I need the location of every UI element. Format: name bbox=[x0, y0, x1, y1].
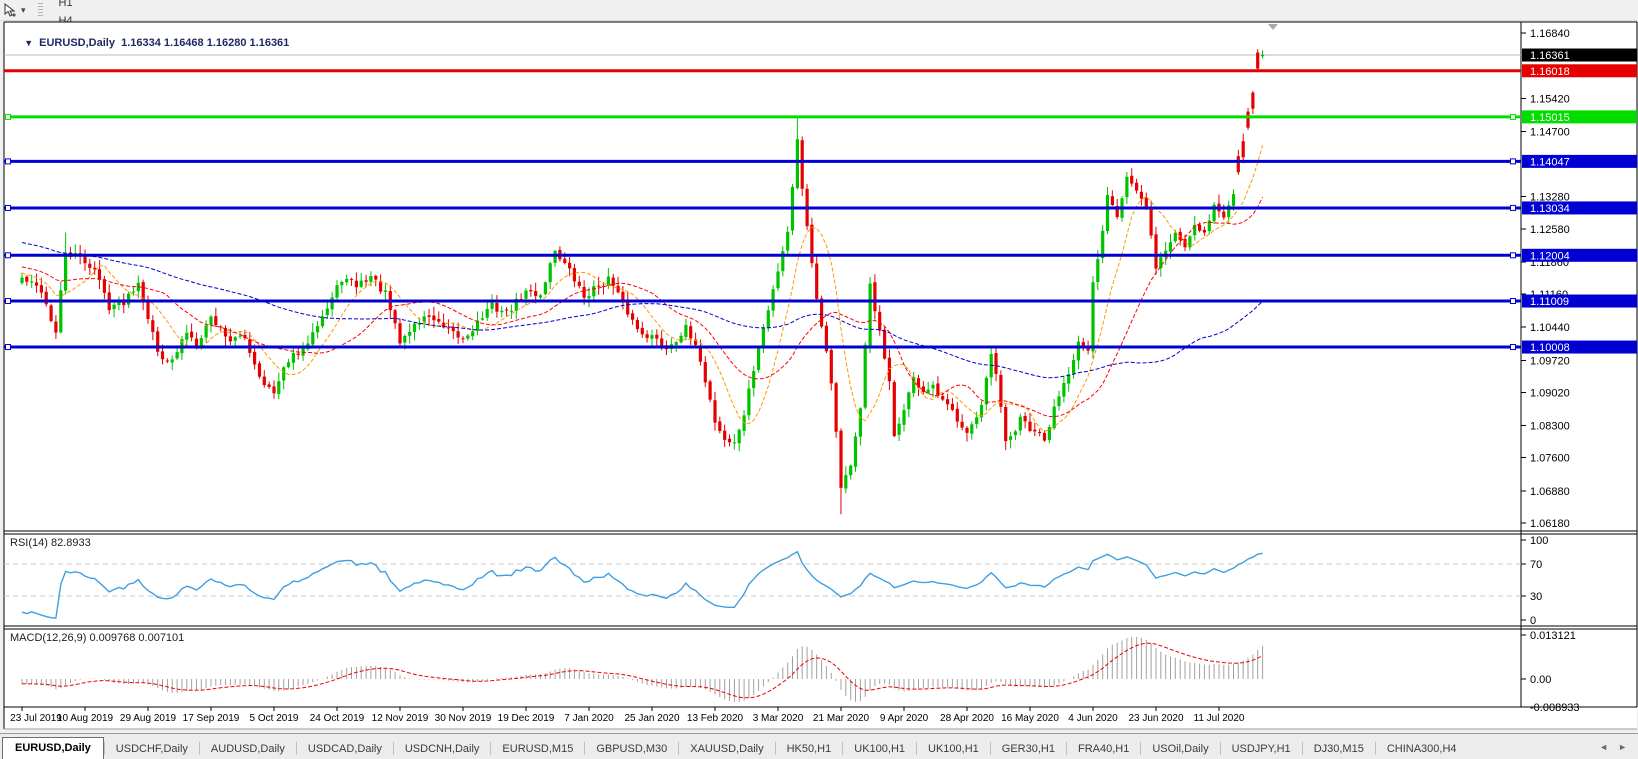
price-tick-label: 1.09720 bbox=[1530, 355, 1570, 367]
tab-scroll-left-icon[interactable]: ◄ bbox=[1594, 742, 1613, 752]
ohlc-values: 1.16334 1.16468 1.16280 1.16361 bbox=[121, 37, 289, 49]
macd-tick-label: 0.013121 bbox=[1530, 630, 1576, 642]
line-handle[interactable] bbox=[6, 299, 11, 304]
line-handle[interactable] bbox=[1511, 159, 1516, 164]
price-tick-label: 1.09020 bbox=[1530, 387, 1570, 399]
price-tick-label: 1.06880 bbox=[1530, 486, 1570, 498]
chart-tab-gbpusd-m30[interactable]: GBPUSD,M30 bbox=[585, 739, 678, 759]
chart-tab-china300-h4[interactable]: CHINA300,H4 bbox=[1376, 739, 1468, 759]
date-tick-label: 16 May 2020 bbox=[1001, 713, 1059, 724]
chart-tab-usdchf-daily[interactable]: USDCHF,Daily bbox=[105, 739, 199, 759]
chart-tab-usdcad-daily[interactable]: USDCAD,Daily bbox=[297, 739, 393, 759]
date-tick-label: 24 Oct 2019 bbox=[310, 713, 365, 724]
date-tick-label: 3 Mar 2020 bbox=[753, 713, 804, 724]
price-tick-label: 1.06180 bbox=[1530, 518, 1570, 530]
tabs-container: EURUSD,DailyUSDCHF,DailyAUDUSD,DailyUSDC… bbox=[0, 737, 1468, 759]
date-tick-label: 25 Jan 2020 bbox=[624, 713, 679, 724]
rsi-tick-label: 0 bbox=[1530, 615, 1536, 627]
price-tag-label: 1.10008 bbox=[1530, 342, 1570, 354]
chart-tab-usoil-daily[interactable]: USOil,Daily bbox=[1141, 739, 1219, 759]
chart-tab-eurusd-m15[interactable]: EURUSD,M15 bbox=[491, 739, 584, 759]
chart-canvas: 1.168401.154201.147001.132801.125801.118… bbox=[0, 0, 1638, 733]
tab-scroll-nav: ◄ ► bbox=[1594, 734, 1638, 759]
current-price-tag-label: 1.16361 bbox=[1530, 50, 1570, 62]
date-tick-label: 28 Apr 2020 bbox=[940, 713, 994, 724]
line-handle[interactable] bbox=[6, 159, 11, 164]
chart-tab-xauusd-daily[interactable]: XAUUSD,Daily bbox=[679, 739, 774, 759]
date-tick-label: 13 Feb 2020 bbox=[687, 713, 744, 724]
chart-tab-hk50-h1[interactable]: HK50,H1 bbox=[776, 739, 843, 759]
line-handle[interactable] bbox=[6, 253, 11, 258]
rsi-indicator-label: RSI(14) 82.8933 bbox=[10, 537, 91, 549]
chart-tab-usdjpy-h1[interactable]: USDJPY,H1 bbox=[1221, 739, 1302, 759]
date-tick-label: 17 Sep 2019 bbox=[183, 713, 240, 724]
date-tick-label: 23 Jul 2019 bbox=[10, 713, 62, 724]
macd-indicator-label: MACD(12,26,9) 0.009768 0.007101 bbox=[10, 632, 184, 644]
price-tick-label: 1.15420 bbox=[1530, 93, 1570, 105]
chart-tab-usdcnh-daily[interactable]: USDCNH,Daily bbox=[394, 739, 491, 759]
line-handle[interactable] bbox=[1511, 345, 1516, 350]
line-handle[interactable] bbox=[6, 114, 11, 119]
chart-background bbox=[4, 22, 1637, 729]
chart-tab-eurusd-daily[interactable]: EURUSD,Daily bbox=[2, 737, 104, 759]
price-tick-label: 1.10440 bbox=[1530, 322, 1570, 334]
chart-tab-uk100-h1[interactable]: UK100,H1 bbox=[917, 739, 990, 759]
line-handle[interactable] bbox=[1511, 114, 1516, 119]
price-tag-label: 1.15015 bbox=[1530, 112, 1570, 124]
chart-ohlc-title: ▼ EURUSD,Daily 1.16334 1.16468 1.16280 1.… bbox=[12, 25, 289, 61]
chart-tab-ger30-h1[interactable]: GER30,H1 bbox=[991, 739, 1066, 759]
macd-tick-label: 0.00 bbox=[1530, 674, 1551, 686]
tab-scroll-right-icon[interactable]: ► bbox=[1613, 742, 1632, 752]
date-tick-label: 9 Apr 2020 bbox=[880, 713, 929, 724]
mt4-chart-window: ▾ M1M5M15M30H1H4D1W1MN 1.168401.154201.1… bbox=[0, 0, 1638, 759]
date-tick-label: 4 Jun 2020 bbox=[1068, 713, 1118, 724]
date-tick-label: 30 Nov 2019 bbox=[435, 713, 492, 724]
chart-tab-fra40-h1[interactable]: FRA40,H1 bbox=[1067, 739, 1140, 759]
date-tick-label: 5 Oct 2019 bbox=[250, 713, 299, 724]
price-tag-label: 1.12004 bbox=[1530, 250, 1570, 262]
date-tick-label: 21 Mar 2020 bbox=[813, 713, 870, 724]
date-tick-label: 12 Nov 2019 bbox=[372, 713, 429, 724]
price-tag-label: 1.13034 bbox=[1530, 203, 1570, 215]
date-tick-label: 11 Jul 2020 bbox=[1194, 713, 1245, 724]
chart-tab-dj30-m15[interactable]: DJ30,M15 bbox=[1303, 739, 1375, 759]
price-tick-label: 1.14700 bbox=[1530, 126, 1570, 138]
price-tag-label: 1.14047 bbox=[1530, 156, 1570, 168]
line-handle[interactable] bbox=[1511, 253, 1516, 258]
price-tag-label: 1.11009 bbox=[1530, 296, 1569, 308]
line-handle[interactable] bbox=[1511, 205, 1516, 210]
line-handle[interactable] bbox=[1511, 299, 1516, 304]
rsi-tick-label: 30 bbox=[1530, 591, 1542, 603]
line-handle[interactable] bbox=[6, 205, 11, 210]
macd-tick-label: -0.008933 bbox=[1530, 702, 1580, 714]
symbol-timeframe-label: EURUSD,Daily bbox=[39, 37, 115, 49]
date-tick-label: 29 Aug 2019 bbox=[120, 713, 177, 724]
price-tag-label: 1.16018 bbox=[1530, 66, 1570, 78]
date-tick-label: 23 Jun 2020 bbox=[1128, 713, 1183, 724]
price-tick-label: 1.16840 bbox=[1530, 28, 1570, 40]
rsi-tick-label: 100 bbox=[1530, 535, 1548, 547]
price-tick-label: 1.12580 bbox=[1530, 224, 1570, 236]
date-tick-label: 10 Aug 2019 bbox=[57, 713, 114, 724]
price-tick-label: 1.08300 bbox=[1530, 421, 1570, 433]
chart-tab-bar: EURUSD,DailyUSDCHF,DailyAUDUSD,DailyUSDC… bbox=[0, 733, 1638, 759]
chart-tab-uk100-h1[interactable]: UK100,H1 bbox=[843, 739, 916, 759]
rsi-tick-label: 70 bbox=[1530, 559, 1542, 571]
date-tick-label: 19 Dec 2019 bbox=[498, 713, 555, 724]
chart-tab-audusd-daily[interactable]: AUDUSD,Daily bbox=[200, 739, 296, 759]
price-tick-label: 1.07600 bbox=[1530, 453, 1570, 465]
date-tick-label: 7 Jan 2020 bbox=[564, 713, 614, 724]
collapse-triangle-icon[interactable]: ▼ bbox=[24, 38, 33, 48]
line-handle[interactable] bbox=[6, 345, 11, 350]
